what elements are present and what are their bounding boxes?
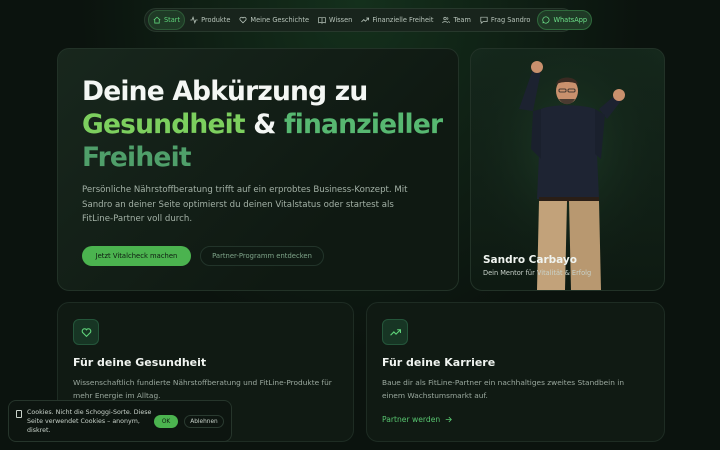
nav-item-produkte[interactable]: Produkte: [186, 11, 234, 29]
users-icon: [442, 16, 451, 24]
cookie-text: Cookies. Nicht die Schoggi-Sorte. Diese …: [27, 409, 152, 434]
hero-title-highlight-financial: finanzieller: [283, 109, 443, 140]
mentor-role: Dein Mentor für Vitalität & Erfolg: [483, 269, 592, 277]
feature-title: Für deine Karriere: [382, 356, 496, 369]
mentor-card: Sandro Carbayo Dein Mentor für Vitalität…: [470, 48, 665, 291]
heart-icon: [81, 327, 91, 337]
trending-up-icon: [361, 17, 370, 23]
feature-title: Für deine Gesundheit: [73, 356, 207, 369]
nav-item-label: Start: [164, 16, 181, 24]
feature-text: Wissenschaftlich fundierte Nährstoffbera…: [73, 378, 332, 400]
activity-icon: [190, 16, 198, 24]
nav-item-label: Meine Geschichte: [250, 16, 309, 24]
hero-title-highlight-health: Gesundheit: [82, 109, 246, 140]
hero-title-ampersand: &: [244, 109, 284, 140]
feature-text: Baue dir als FitLine-Partner ein nachhal…: [382, 378, 625, 400]
cookie-icon: [16, 410, 22, 418]
nav-item-finanzielle-freiheit[interactable]: Finanzielle Freiheit: [357, 11, 437, 29]
book-icon: [318, 16, 326, 24]
nav-item-frag-sandro[interactable]: Frag Sandro: [476, 11, 535, 29]
whatsapp-icon: [542, 16, 550, 24]
heart-icon: [239, 16, 247, 24]
nav-item-label: Wissen: [329, 16, 353, 24]
nav-item-team[interactable]: Team: [438, 11, 474, 29]
home-icon: [153, 16, 161, 24]
hero-description: Persönliche Nährstoffberatung trifft auf…: [82, 185, 408, 224]
hero-card: Deine Abkürzung zu Gesundheit & finanzie…: [57, 48, 459, 291]
hero-title-line1: Deine Abkürzung zu: [82, 76, 368, 107]
nav-item-start[interactable]: Start: [148, 10, 186, 30]
cookie-accept-button[interactable]: OK: [154, 415, 178, 428]
chat-icon: [480, 16, 488, 24]
nav-item-wissen[interactable]: Wissen: [314, 11, 356, 29]
mentor-name: Sandro Carbayo: [483, 254, 577, 266]
vitalcheck-button[interactable]: Jetzt Vitalcheck machen: [82, 246, 191, 266]
nav-item-label: Finanzielle Freiheit: [372, 16, 434, 24]
partner-link[interactable]: Partner werden: [382, 415, 453, 424]
partner-program-button[interactable]: Partner-Programm entdecken: [200, 246, 324, 266]
nav-item-label: Produkte: [201, 16, 231, 24]
arrow-right-icon: [445, 416, 453, 423]
partner-link-label: Partner werden: [382, 415, 441, 424]
cookie-decline-button[interactable]: Ablehnen: [184, 415, 224, 428]
trending-up-icon: [389, 328, 401, 336]
cookie-banner: Cookies. Nicht die Schoggi-Sorte. Diese …: [8, 400, 232, 442]
nav-item-meine-geschichte[interactable]: Meine Geschichte: [235, 11, 313, 29]
nav-item-label: Team: [453, 16, 471, 24]
nav-item-label: Frag Sandro: [490, 16, 531, 24]
feature-icon-wrapper: [73, 319, 99, 345]
feature-icon-wrapper: [382, 319, 408, 345]
hero-title-highlight-freedom: Freiheit: [82, 142, 192, 173]
whatsapp-label: WhatsApp: [553, 16, 588, 24]
main-nav: Start Produkte Meine Geschichte Wissen F…: [144, 8, 593, 32]
feature-card-career: Für deine Karriere Baue dir als FitLine-…: [366, 302, 665, 442]
whatsapp-button[interactable]: WhatsApp: [537, 10, 593, 30]
hero-title: Deine Abkürzung zu Gesundheit & finanzie…: [82, 75, 452, 174]
